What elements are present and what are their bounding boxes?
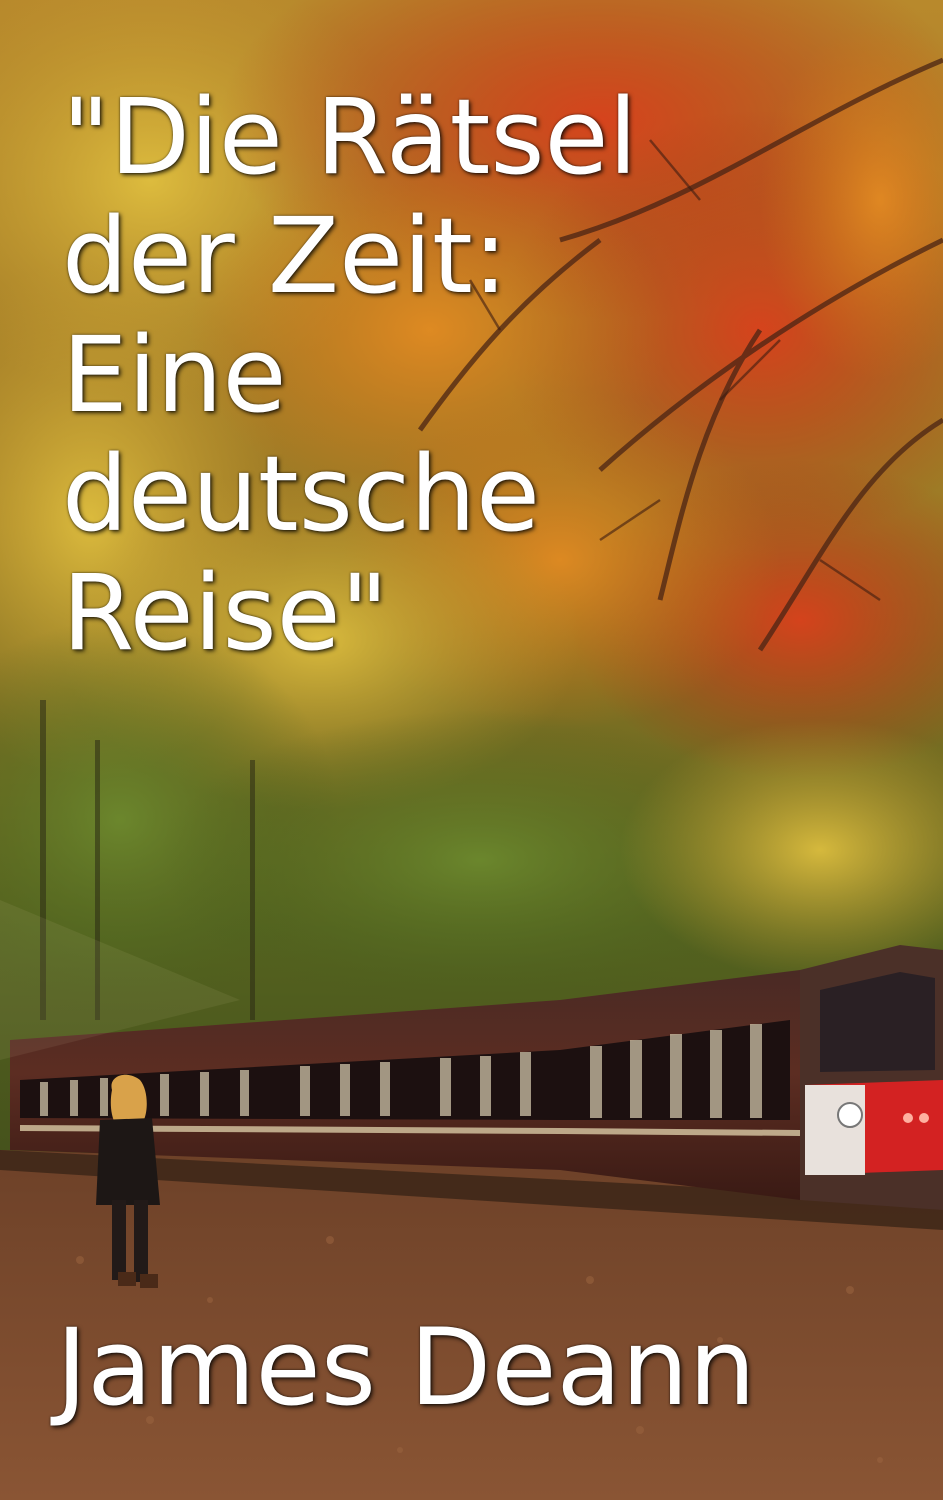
book-title: "Die Rätsel der Zeit: Eine deutsche Reis…: [62, 78, 922, 673]
title-line-2: der Zeit:: [62, 195, 508, 317]
book-cover: "Die Rätsel der Zeit: Eine deutsche Reis…: [0, 0, 943, 1500]
title-line-3: Eine: [62, 314, 287, 436]
author-name: James Deann: [56, 1306, 756, 1429]
title-line-5: Reise": [62, 552, 389, 674]
title-line-4: deutsche: [62, 433, 540, 555]
title-line-1: "Die Rätsel: [62, 76, 638, 198]
